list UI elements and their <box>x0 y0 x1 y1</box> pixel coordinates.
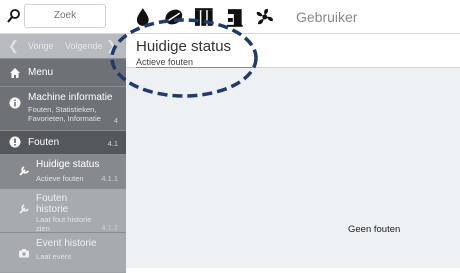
sidebar-item-fault-history[interactable]: Fouten historie Laat fout historie zien … <box>0 188 126 233</box>
coffee-bean-icon[interactable] <box>163 6 185 28</box>
chevron-left-icon[interactable]: ❮ <box>8 34 19 58</box>
wrench-icon <box>19 166 29 176</box>
page-header: Huidige status Actieve fouten <box>126 34 460 68</box>
sidebar-item-event-history[interactable]: Event historie Laat event <box>0 232 126 272</box>
sidebar-item-sub: Laat event <box>36 252 72 261</box>
sidebar-item-menu[interactable]: Menu <box>0 58 126 86</box>
sidebar-item-label: Fouten <box>28 137 60 148</box>
drop-icon[interactable] <box>132 6 154 28</box>
page-title: Huidige status <box>136 38 232 55</box>
subtitle-underline <box>136 67 252 68</box>
milk-system-icon[interactable] <box>193 6 215 28</box>
info-icon <box>9 97 21 109</box>
sidebar-item-machine-info[interactable]: Machine informatie Fouten, Statistieken,… <box>0 86 126 130</box>
sidebar-item-sub: Fouten, Statistieken, Favorieten, Inform… <box>28 105 101 123</box>
sidebar-item-label: Fouten historie <box>36 193 69 215</box>
page-subtitle: Actieve fouten <box>136 57 194 67</box>
app-window: Zoek Gebruiker ❮ Vorige Volgende ❯ Menu … <box>0 0 460 273</box>
sidebar-item-number: 4.1.2 <box>101 223 118 232</box>
camera-icon <box>19 249 29 258</box>
sidebar-item-label: Menu <box>28 67 54 78</box>
sidebar-item-label: Event historie <box>36 238 97 249</box>
coffee-machine-icon[interactable] <box>224 6 246 28</box>
sidebar-nav-row: ❮ Vorige Volgende ❯ <box>0 34 126 58</box>
home-icon <box>10 68 20 78</box>
sidebar-item-number: 4.1.1 <box>101 174 118 183</box>
empty-state-message: Geen fouten <box>348 224 401 235</box>
main-content: Huidige status Actieve fouten Geen foute… <box>126 34 460 273</box>
sidebar-item-number: 4.1 <box>107 139 118 148</box>
fan-service-icon[interactable] <box>254 6 276 28</box>
alert-icon <box>9 136 21 148</box>
sidebar: ❮ Vorige Volgende ❯ Menu Machine informa… <box>0 34 126 273</box>
bottom-bar <box>126 268 460 273</box>
sidebar-item-label: Huidige status <box>36 159 100 170</box>
top-bar: Zoek Gebruiker <box>0 0 460 34</box>
sidebar-item-sub: Laat fout historie zien <box>36 215 92 233</box>
sidebar-item-number: 4 <box>113 116 118 125</box>
chevron-right-icon[interactable]: ❯ <box>106 34 117 58</box>
user-label[interactable]: Gebruiker <box>296 9 357 25</box>
sidebar-item-current-status[interactable]: Huidige status Actieve fouten 4.1.1 <box>0 154 126 188</box>
search-input[interactable]: Zoek <box>24 4 106 28</box>
machine-icon-strip <box>126 0 276 34</box>
next-button[interactable]: Volgende <box>65 34 103 58</box>
wrench-icon <box>19 204 29 214</box>
sidebar-item-label: Machine informatie <box>28 92 113 103</box>
sidebar-item-sub: Actieve fouten <box>36 174 84 183</box>
prev-button[interactable]: Vorige <box>28 34 54 58</box>
sidebar-item-faults[interactable]: Fouten 4.1 <box>0 130 126 154</box>
search-icon[interactable] <box>6 8 22 24</box>
